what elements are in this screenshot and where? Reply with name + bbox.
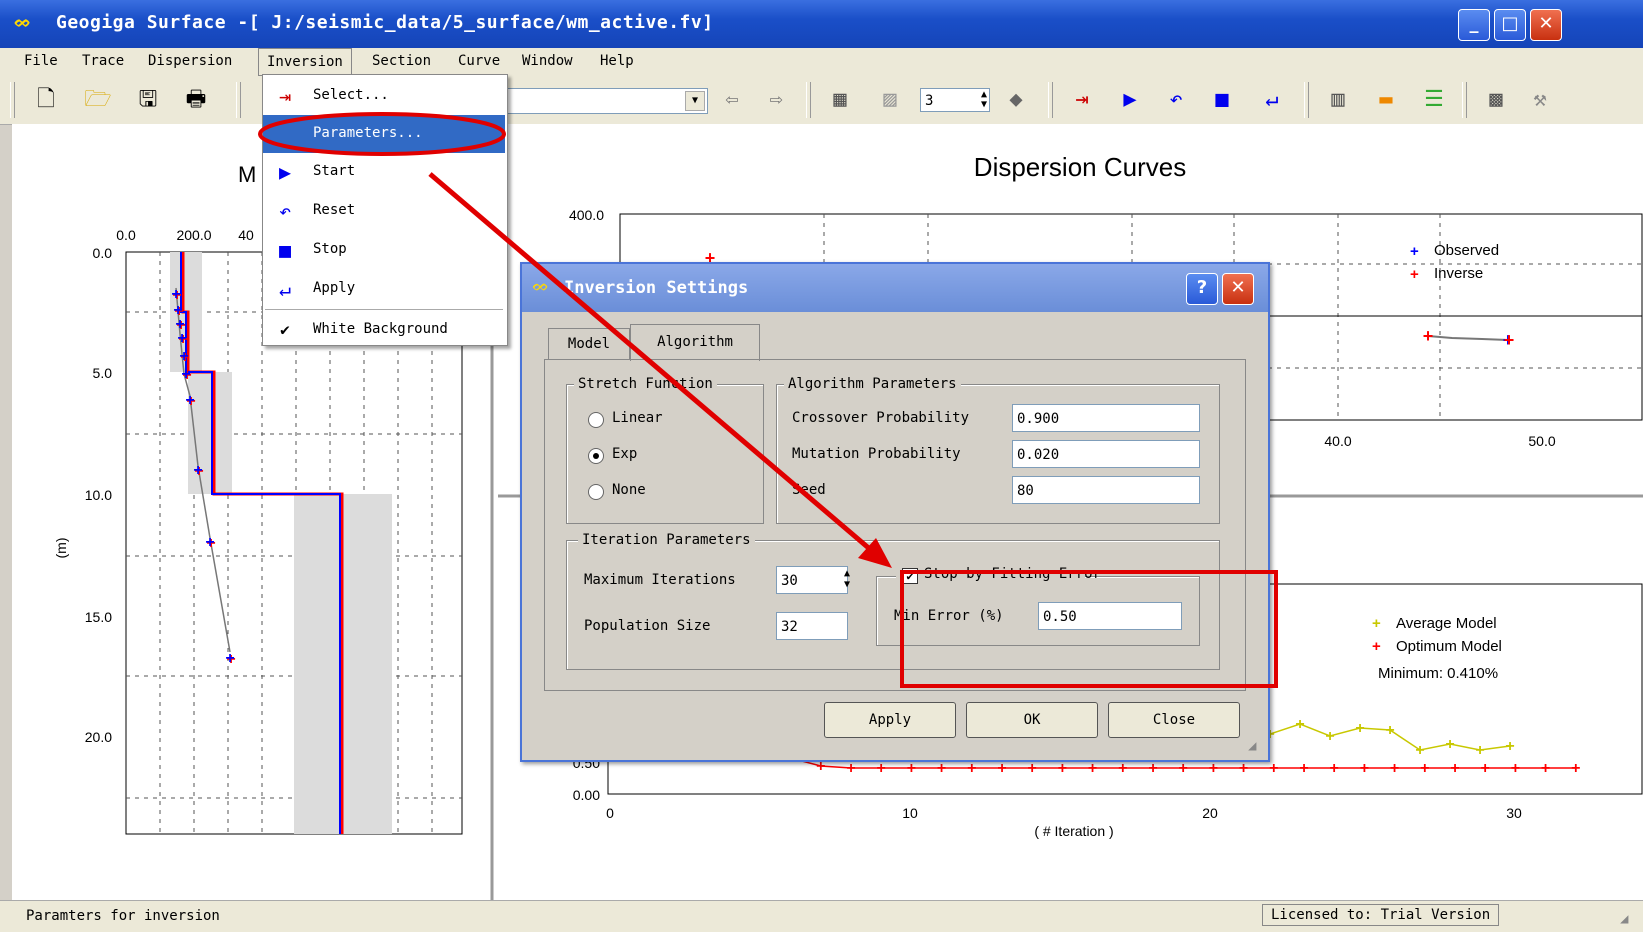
annotation-overlay: [258, 112, 1278, 688]
highlight-ellipse: [258, 112, 506, 156]
annotation-arrow: [428, 172, 880, 558]
highlight-box: [900, 570, 1278, 688]
